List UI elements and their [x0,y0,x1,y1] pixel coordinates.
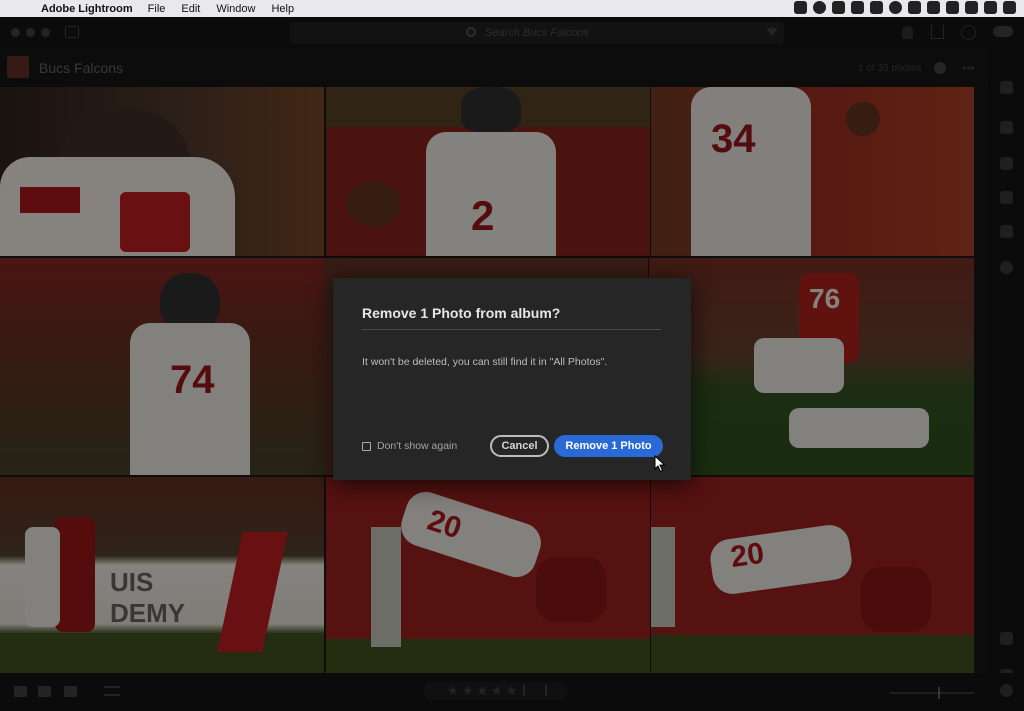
status-icon[interactable] [927,1,940,14]
checkbox-label: Don't show again [377,440,458,452]
airplay-icon[interactable] [984,1,997,14]
bluetooth-icon[interactable] [965,1,978,14]
video-icon[interactable] [832,1,845,14]
screen-icon[interactable] [851,1,864,14]
status-icon[interactable] [870,1,883,14]
dont-show-again-checkbox[interactable]: Don't show again [362,440,457,452]
remove-photo-button[interactable]: Remove 1 Photo [554,435,663,457]
cancel-button[interactable]: Cancel [490,435,549,457]
macos-menubar: Adobe Lightroom File Edit Window Help [0,0,1024,17]
info-icon[interactable] [889,1,902,14]
app-name-menu[interactable]: Adobe Lightroom [41,3,133,15]
menubar-status-tray [794,1,1016,14]
flame-icon[interactable] [908,1,921,14]
menu-help[interactable]: Help [271,3,294,15]
dialog-divider [362,329,661,330]
status-icon[interactable] [946,1,959,14]
menu-window[interactable]: Window [216,3,255,15]
checkbox-box[interactable] [362,441,371,451]
mouse-cursor-icon [654,455,666,473]
status-icon[interactable] [813,1,826,14]
dialog-title: Remove 1 Photo from album? [362,305,561,321]
status-icon[interactable] [794,1,807,14]
remove-photo-dialog: Remove 1 Photo from album? It won't be d… [333,278,691,480]
dialog-message: It won't be deleted, you can still find … [362,356,608,368]
menu-file[interactable]: File [148,3,166,15]
menu-edit[interactable]: Edit [181,3,200,15]
wifi-icon[interactable] [1003,1,1016,14]
